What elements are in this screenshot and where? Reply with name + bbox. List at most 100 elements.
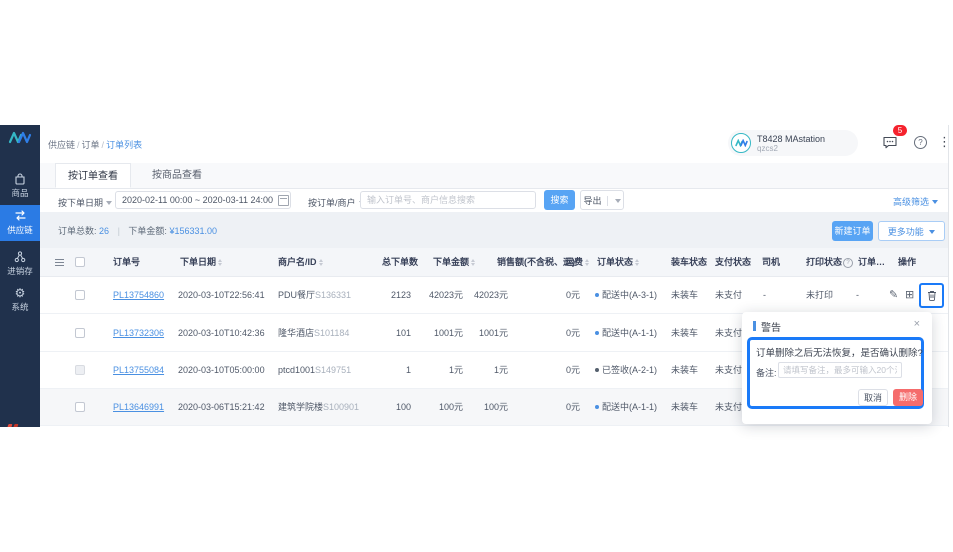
order-link[interactable]: PL13754860 xyxy=(113,290,164,300)
message-icon[interactable] xyxy=(882,134,900,152)
tab-按订单查看[interactable]: 按订单查看 xyxy=(55,163,131,188)
help-icon[interactable]: ? xyxy=(914,136,927,149)
dialog-title: 警告 xyxy=(761,319,781,334)
cell-date: 2020-03-10T05:00:00 xyxy=(178,352,276,389)
column-header-订单状态: 订单状态 xyxy=(597,248,639,277)
merchant-id: S149751 xyxy=(315,365,351,375)
cell-extra: - xyxy=(856,277,881,314)
chevron-down-icon xyxy=(106,201,112,205)
cell-order_no: PL13732306 xyxy=(113,315,183,352)
column-settings-icon[interactable] xyxy=(55,248,64,277)
cell-driver: - xyxy=(763,277,793,314)
status-dot xyxy=(595,405,599,409)
bag-icon xyxy=(0,172,40,187)
calendar-icon[interactable] xyxy=(278,195,289,206)
status-dot xyxy=(595,293,599,297)
cell-status: 配送中(A-1-1) xyxy=(595,315,675,352)
breadcrumb-separator: / xyxy=(77,140,80,150)
cell-order_no: PL13754860 xyxy=(113,277,183,314)
column-header-label: 装车状态 xyxy=(671,257,707,267)
notification-badge: 5 xyxy=(893,125,907,136)
close-icon[interactable]: × xyxy=(914,318,920,330)
search-button[interactable]: 搜索 xyxy=(544,190,575,210)
more-actions-button[interactable]: 更多功能 xyxy=(878,221,945,241)
chevron-down-icon xyxy=(929,230,935,234)
sort-icon[interactable] xyxy=(635,259,639,266)
column-header-label: 销售额(不含税、运) xyxy=(497,257,575,267)
gear-icon: ⚙ xyxy=(0,286,40,301)
merchant-name: 隆华酒店 xyxy=(278,328,314,338)
column-header-label: 打印状态 xyxy=(806,257,842,267)
date-field-selector[interactable]: 按下单日期 xyxy=(58,196,112,209)
amount-value: ¥156331.00 xyxy=(169,226,217,236)
sort-icon[interactable] xyxy=(471,259,475,266)
summary-text: 订单总数: 26 | 下单金额: ¥156331.00 xyxy=(58,224,217,237)
cell-sales: 42023元 xyxy=(455,277,508,314)
sidebar-bottom-logo xyxy=(7,420,33,427)
order-link[interactable]: PL13732306 xyxy=(113,328,164,338)
kebab-menu-icon[interactable]: ⋮ xyxy=(938,134,949,150)
cell-loading: 未装车 xyxy=(671,277,716,314)
sidebar-item-系统[interactable]: ⚙系统 xyxy=(0,282,40,318)
column-header-销售额(不含税、运): 销售额(不含税、运) xyxy=(497,248,575,277)
column-header-label: 支付状态 xyxy=(715,257,751,267)
cell-sales: 1001元 xyxy=(455,315,508,352)
cell-freight: 0元 xyxy=(540,315,580,352)
cell-qty: 2123 xyxy=(361,277,411,314)
search-input[interactable] xyxy=(360,191,536,209)
advanced-filter-link[interactable]: 高级筛选 xyxy=(893,195,938,208)
row-checkbox[interactable] xyxy=(75,402,85,412)
cancel-button[interactable]: 取消 xyxy=(858,389,888,406)
cell-freight: 0元 xyxy=(540,277,580,314)
avatar xyxy=(731,133,751,153)
row-checkbox[interactable] xyxy=(75,328,85,338)
note-input[interactable] xyxy=(778,362,902,378)
orders-total-value: 26 xyxy=(99,226,109,236)
select-all-checkbox[interactable] xyxy=(75,257,85,267)
sidebar-item-商品[interactable]: 商品 xyxy=(0,168,40,204)
sort-icon[interactable] xyxy=(218,259,222,266)
edit-icon[interactable]: ✎ xyxy=(889,277,898,314)
export-button[interactable]: 导出 xyxy=(580,190,624,210)
copy-icon[interactable]: ⊞ xyxy=(905,277,914,314)
search-field-selector[interactable]: 按订单/商户 xyxy=(308,196,365,209)
order-link[interactable]: PL13755084 xyxy=(113,365,164,375)
dialog-title-accent xyxy=(753,321,756,331)
column-header-商户名/ID: 商户名/ID xyxy=(278,248,323,277)
tab-bar: 按订单查看按商品查看 xyxy=(40,163,948,189)
cell-loading: 未装车 xyxy=(671,389,716,426)
cell-status: 已签收(A-2-1) xyxy=(595,352,675,389)
cell-date: 2020-03-06T15:21:42 xyxy=(178,389,276,426)
sort-icon[interactable] xyxy=(585,259,589,266)
delete-button[interactable]: 删除 xyxy=(893,389,923,406)
cell-status: 配送中(A-1-1) xyxy=(595,389,675,426)
supply-chain-icon xyxy=(0,209,40,224)
cell-sales: 1元 xyxy=(455,352,508,389)
sidebar-item-label: 进销存 xyxy=(7,266,33,276)
sidebar-item-供应链[interactable]: 供应链 xyxy=(0,205,40,241)
help-icon[interactable]: ? xyxy=(843,258,853,268)
chevron-down-icon xyxy=(932,200,938,204)
note-label: 备注: xyxy=(756,366,777,379)
cell-sales: 100元 xyxy=(455,389,508,426)
merchant-name: ptcd1001 xyxy=(278,365,315,375)
order-link[interactable]: PL13646991 xyxy=(113,402,164,412)
sidebar-item-label: 商品 xyxy=(11,188,28,198)
breadcrumb-item[interactable]: 供应链 xyxy=(48,140,75,150)
row-checkbox[interactable] xyxy=(75,290,85,300)
trash-highlight-box xyxy=(919,283,944,308)
user-chip[interactable]: T8428 MAstation qzcs2 xyxy=(728,130,858,156)
merchant-id: S101184 xyxy=(314,328,349,338)
breadcrumb-item[interactable]: 订单 xyxy=(82,140,100,150)
sidebar: 商品供应链进销存 ⚙系统 xyxy=(0,125,40,427)
sort-icon[interactable] xyxy=(319,259,323,266)
tab-按商品查看[interactable]: 按商品查看 xyxy=(140,163,214,188)
sidebar-item-label: 系统 xyxy=(11,302,28,312)
new-order-button[interactable]: 新建订单 xyxy=(832,221,873,241)
date-range-input[interactable] xyxy=(115,191,291,209)
merchant-id: S100901 xyxy=(323,402,359,412)
delete-icon[interactable] xyxy=(927,288,937,305)
sidebar-item-label: 供应链 xyxy=(7,225,33,235)
sidebar-item-进销存[interactable]: 进销存 xyxy=(0,246,40,282)
table-header-row: 订单号下单日期商户名/ID总下单数下单金额销售额(不含税、运)运费订单状态装车状… xyxy=(40,248,948,277)
